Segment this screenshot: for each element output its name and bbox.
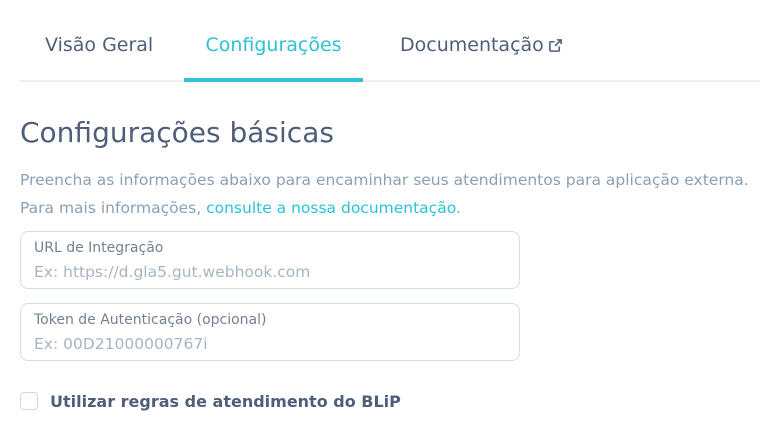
description-line-1: Preencha as informações abaixo para enca… (20, 171, 749, 189)
tab-overview[interactable]: Visão Geral (45, 34, 153, 82)
tab-documentation-label: Documentação (400, 34, 544, 56)
documentation-link[interactable]: consulte a nossa documentação (206, 199, 456, 217)
blip-rules-checkbox[interactable] (20, 392, 38, 410)
tab-bar: Visão Geral Configurações Documentação (20, 0, 760, 82)
tab-settings-label: Configurações (205, 34, 342, 56)
url-input[interactable] (34, 260, 504, 284)
blip-rules-option[interactable]: Utilizar regras de atendimento do BLiP (20, 390, 401, 412)
token-input[interactable] (34, 332, 504, 356)
tab-documentation[interactable]: Documentação (400, 34, 563, 82)
url-field[interactable]: URL de Integração (20, 231, 520, 289)
blip-rules-label: Utilizar regras de atendimento do BLiP (50, 391, 401, 411)
page-description: Preencha as informações abaixo para enca… (20, 166, 749, 222)
tab-overview-label: Visão Geral (45, 34, 154, 56)
description-prefix: Para mais informações, (20, 199, 207, 217)
description-line-2: Para mais informações, consulte a nossa … (20, 194, 749, 222)
url-field-label: URL de Integração (34, 240, 164, 256)
tab-settings[interactable]: Configurações (184, 34, 363, 82)
token-field-label: Token de Autenticação (opcional) (34, 312, 267, 328)
page-title: Configurações básicas (20, 116, 334, 149)
token-field[interactable]: Token de Autenticação (opcional) (20, 303, 520, 361)
external-link-icon (548, 36, 563, 58)
description-suffix: . (455, 199, 461, 217)
